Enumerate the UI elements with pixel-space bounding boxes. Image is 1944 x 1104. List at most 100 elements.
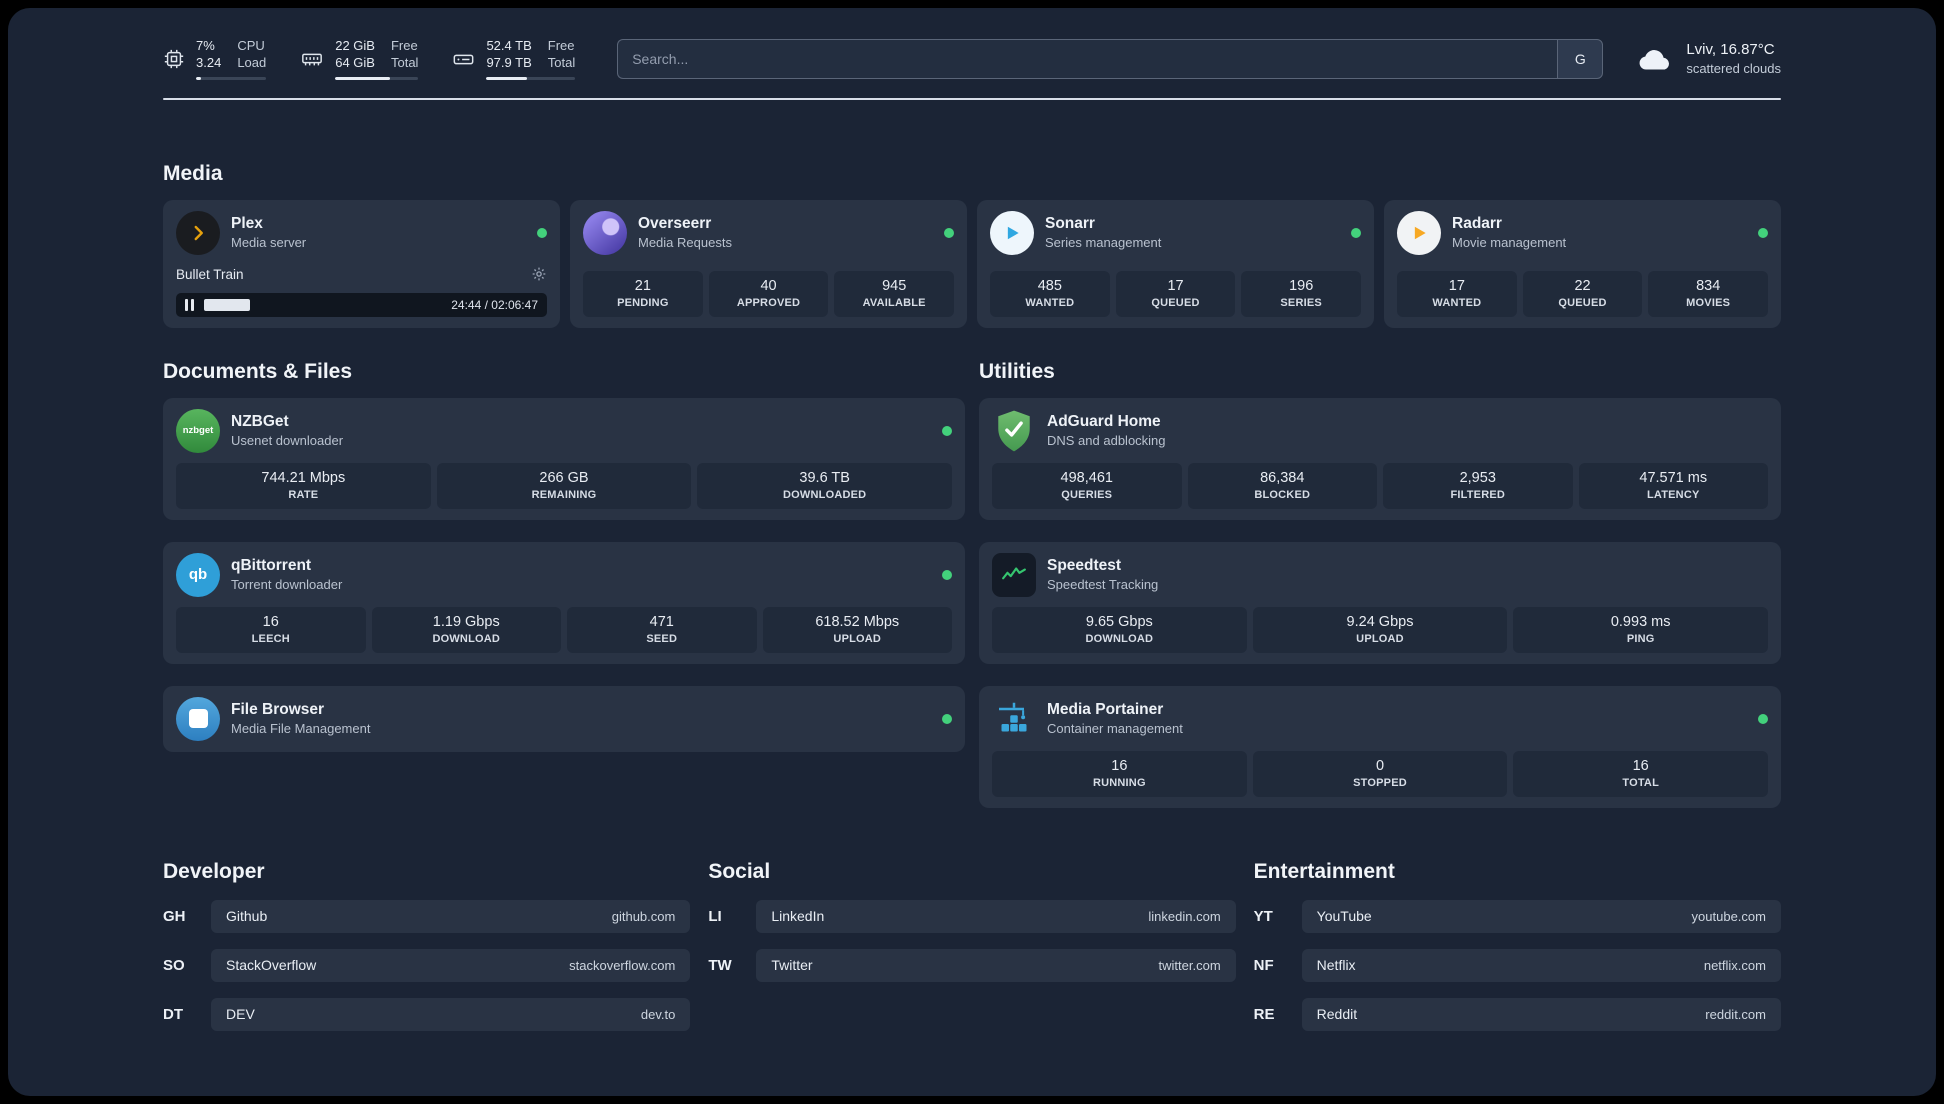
bookmark-row: RE Reddit reddit.com bbox=[1253, 997, 1781, 1031]
bookmark-row: DT DEV dev.to bbox=[163, 997, 691, 1031]
bookmark-name: Twitter bbox=[771, 957, 813, 974]
stat-tile: 47.571 ms LATENCY bbox=[1578, 462, 1768, 509]
speedtest-card[interactable]: Speedtest Speedtest Tracking 9.65 Gbps D… bbox=[979, 541, 1781, 664]
stat-label: DOWNLOAD bbox=[1085, 632, 1154, 645]
stat-label: SERIES bbox=[1280, 296, 1322, 309]
bookmark-row: SO StackOverflow stackoverflow.com bbox=[163, 948, 691, 982]
gear-icon[interactable] bbox=[531, 266, 547, 282]
stat-value: 39.6 TB bbox=[799, 469, 850, 486]
stat-value: 744.21 Mbps bbox=[261, 469, 346, 486]
section-title-media: Media bbox=[163, 161, 223, 185]
portainer-icon bbox=[992, 697, 1036, 741]
stat-label: QUEUED bbox=[1151, 296, 1200, 309]
section-utilities: Utilities AdGuard Home DNS and adblockin… bbox=[979, 360, 1781, 808]
portainer-card[interactable]: Media Portainer Container management 16 … bbox=[979, 685, 1781, 808]
cpu-label: CPU bbox=[237, 38, 265, 53]
stat-label: QUERIES bbox=[1061, 488, 1113, 501]
stat-tile: 16 TOTAL bbox=[1513, 750, 1769, 797]
stat-value: 9.24 Gbps bbox=[1346, 613, 1414, 630]
ram-free-label: Free bbox=[390, 38, 418, 53]
system-metrics: 7% 3.24 CPU Load 22 GiB 64 GiB Free Tota… bbox=[163, 38, 576, 80]
stat-label: APPROVED bbox=[736, 296, 801, 309]
stat-label: RUNNING bbox=[1092, 776, 1146, 789]
disk-usage-bar bbox=[486, 76, 576, 80]
app-name: Sonarr bbox=[1045, 215, 1095, 233]
stat-value: 86,384 bbox=[1260, 469, 1305, 486]
bookmark-name: Netflix bbox=[1316, 957, 1356, 974]
bookmark-name: Github bbox=[226, 908, 268, 925]
status-dot bbox=[942, 569, 952, 580]
bookmark-link-stackoverflow[interactable]: StackOverflow stackoverflow.com bbox=[211, 948, 691, 982]
bookmark-abbr: RE bbox=[1253, 1005, 1275, 1023]
stat-label: RATE bbox=[288, 488, 319, 501]
bookmark-link-youtube[interactable]: YouTube youtube.com bbox=[1301, 899, 1781, 933]
stat-label: AVAILABLE bbox=[862, 296, 926, 309]
stat-label: TOTAL bbox=[1622, 776, 1659, 789]
bookmark-abbr: DT bbox=[163, 1005, 183, 1023]
pause-button[interactable] bbox=[185, 298, 195, 311]
status-dot bbox=[942, 425, 952, 436]
status-dot bbox=[1758, 227, 1768, 238]
media-player-bar: 24:44 / 02:06:47 bbox=[176, 292, 547, 317]
bookmark-link-netflix[interactable]: Netflix netflix.com bbox=[1301, 948, 1781, 982]
bookmark-link-reddit[interactable]: Reddit reddit.com bbox=[1301, 997, 1781, 1031]
stat-tile: 17 QUEUED bbox=[1115, 270, 1236, 317]
bookmark-link-linkedin[interactable]: LinkedIn linkedin.com bbox=[756, 899, 1236, 933]
stat-value: 618.52 Mbps bbox=[815, 613, 900, 630]
stat-label: BLOCKED bbox=[1254, 488, 1311, 501]
radarr-card[interactable]: Radarr Movie management 17 WANTED 22 QUE… bbox=[1384, 199, 1781, 328]
status-dot bbox=[944, 227, 954, 238]
stat-value: 1.19 Gbps bbox=[432, 613, 500, 630]
playback-time: 24:44 / 02:06:47 bbox=[451, 297, 538, 312]
stat-tile: 21 PENDING bbox=[583, 270, 703, 317]
overseerr-icon bbox=[583, 210, 627, 255]
bookmark-link-github[interactable]: Github github.com bbox=[211, 899, 691, 933]
disk-total-value: 97.9 TB bbox=[486, 54, 532, 70]
stat-tile: 9.65 Gbps DOWNLOAD bbox=[992, 606, 1247, 653]
disk-total-label: Total bbox=[547, 54, 576, 70]
app-desc: Media Requests bbox=[638, 235, 732, 251]
overseerr-card[interactable]: Overseerr Media Requests 21 PENDING 40 A… bbox=[570, 199, 967, 328]
sonarr-card[interactable]: Sonarr Series management 485 WANTED 17 Q… bbox=[977, 199, 1374, 328]
stat-value: 2,953 bbox=[1459, 469, 1496, 486]
bookmark-url: reddit.com bbox=[1705, 1006, 1766, 1022]
stat-label: UPLOAD bbox=[833, 632, 882, 645]
stat-value: 21 bbox=[634, 277, 651, 294]
bookmark-link-dev[interactable]: DEV dev.to bbox=[211, 997, 691, 1031]
stat-value: 16 bbox=[1111, 757, 1128, 774]
app-desc: Movie management bbox=[1452, 235, 1567, 251]
stat-label: REMAINING bbox=[531, 488, 597, 501]
bookmark-url: twitter.com bbox=[1158, 957, 1221, 973]
filebrowser-card[interactable]: File Browser Media File Management bbox=[163, 685, 965, 752]
bookmark-link-twitter[interactable]: Twitter twitter.com bbox=[756, 948, 1236, 982]
app-name: Radarr bbox=[1452, 215, 1502, 233]
stat-tile: 16 RUNNING bbox=[992, 750, 1247, 797]
ram-total-value: 64 GiB bbox=[335, 54, 375, 70]
stat-tile: 744.21 Mbps RATE bbox=[176, 462, 431, 509]
status-dot bbox=[1351, 227, 1361, 238]
stat-tile: 196 SERIES bbox=[1241, 270, 1362, 317]
adguard-card[interactable]: AdGuard Home DNS and adblocking 498,461 … bbox=[979, 397, 1781, 520]
filebrowser-icon bbox=[176, 696, 220, 741]
stat-tile: 9.24 Gbps UPLOAD bbox=[1252, 606, 1508, 653]
header-divider bbox=[163, 97, 1781, 100]
stat-tile: 22 QUEUED bbox=[1522, 270, 1643, 317]
plex-card[interactable]: Plex Media server Bullet Train 24:44 / 0… bbox=[163, 199, 560, 328]
qbittorrent-card[interactable]: qb qBittorrent Torrent downloader 16 LEE… bbox=[163, 541, 965, 664]
playback-progress[interactable] bbox=[204, 293, 441, 317]
stat-label: LEECH bbox=[251, 632, 290, 645]
section-title-entertainment: Entertainment bbox=[1253, 859, 1395, 883]
bookmark-url: youtube.com bbox=[1691, 908, 1766, 924]
stat-value: 22 bbox=[1574, 277, 1591, 294]
ram-free-value: 22 GiB bbox=[335, 38, 375, 53]
stat-label: STOPPED bbox=[1353, 776, 1407, 789]
bookmark-url: dev.to bbox=[640, 1006, 676, 1022]
search-engine-button[interactable]: G bbox=[1557, 38, 1604, 79]
stat-value: 47.571 ms bbox=[1639, 469, 1708, 486]
stat-label: PING bbox=[1626, 632, 1655, 645]
stat-tile: 17 WANTED bbox=[1397, 270, 1517, 317]
search-input[interactable] bbox=[617, 38, 1558, 79]
nzbget-card[interactable]: nzbget NZBGet Usenet downloader 744.21 M… bbox=[163, 397, 965, 520]
bookmark-name: DEV bbox=[226, 1006, 255, 1023]
bookmark-name: StackOverflow bbox=[226, 957, 317, 974]
